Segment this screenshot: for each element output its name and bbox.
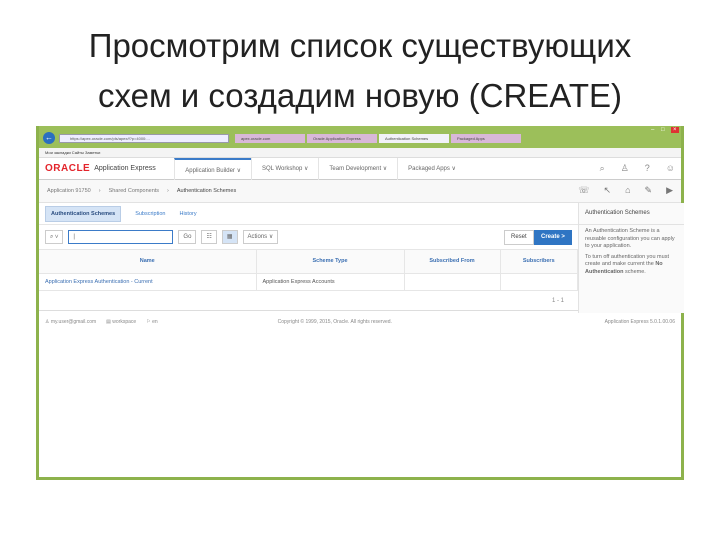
report-toolbar: ⌕ ∨ | Go ☷ ▦ Actions ∨ Reset Create > <box>39 225 578 250</box>
footer-language[interactable]: ⚐ en <box>146 319 157 325</box>
breadcrumb-app[interactable]: Application 91750 <box>47 188 91 194</box>
back-icon[interactable]: ← <box>43 132 55 144</box>
breadcrumb-separator: › <box>167 188 169 194</box>
search-icon[interactable]: ⌕ ∨ <box>45 230 64 244</box>
slide-title-line-2: схем и создадим новую (CREATE) <box>97 77 623 114</box>
scheme-name-link[interactable]: Application Express Authentication - Cur… <box>39 273 257 291</box>
scheme-type: Application Express Accounts <box>256 273 405 291</box>
col-scheme-type[interactable]: Scheme Type <box>256 250 405 274</box>
nav-application-builder[interactable]: Application Builder ∨ <box>174 157 251 180</box>
browser-tab[interactable]: Oracle Application Express <box>307 134 377 143</box>
reset-button[interactable]: Reset <box>504 230 534 245</box>
minimize-icon[interactable]: – <box>651 127 654 133</box>
search-icon[interactable]: ⌕ <box>600 163 605 174</box>
help-icon[interactable]: ? <box>645 163 650 174</box>
account-icon[interactable]: ☺ <box>666 163 675 174</box>
copyright: Copyright © 1999, 2015, Oracle. All righ… <box>277 319 392 325</box>
actions-menu[interactable]: Actions ∨ <box>242 230 279 244</box>
main-region: Authentication Schemes Subscription Hist… <box>39 203 578 311</box>
browser-tab[interactable]: apex.oracle.com <box>235 134 305 143</box>
go-button[interactable]: Go <box>178 230 197 244</box>
maximize-icon[interactable]: □ <box>661 127 665 133</box>
user-icon[interactable]: ♙ <box>621 163 629 174</box>
report-view-icon[interactable]: ▦ <box>221 230 238 244</box>
breadcrumb-current: Authentication Schemes <box>176 188 237 194</box>
apex-header: ORACLE Application Express Application B… <box>39 157 681 180</box>
address-bar[interactable]: https://apex.oracle.com/pls/apex/f?p=400… <box>59 134 229 143</box>
browser-tab-active[interactable]: Authentication Schemes <box>379 134 449 143</box>
help-text-2: To turn off authentication you must crea… <box>585 253 669 275</box>
comment-icon[interactable]: ☏ <box>578 185 589 196</box>
run-icon[interactable]: ▶ <box>666 185 673 196</box>
breadcrumb-shared[interactable]: Shared Components <box>109 188 159 194</box>
nav-sql-workshop[interactable]: SQL Workshop ∨ <box>251 157 318 180</box>
schemes-table: Name Scheme Type Subscribed From Subscriber… <box>39 250 578 291</box>
footer: ♙ my.user@gmail.com ▤ workspace ⚐ en Cop… <box>39 313 681 331</box>
screenshot: ← https://apex.oracle.com/pls/apex/f?p=4… <box>36 126 684 480</box>
col-subscribed-from[interactable]: Subscribed From <box>404 250 501 274</box>
help-panel: Authentication Schemes An Authentication… <box>578 203 684 313</box>
tab-history[interactable]: History <box>179 211 196 217</box>
oracle-logo[interactable]: ORACLE <box>45 163 90 174</box>
slide-title-line-1: Просмотрим список существующих <box>88 27 632 64</box>
create-button[interactable]: Create > <box>534 230 572 245</box>
help-title: Authentication Schemes <box>579 203 684 225</box>
browser-chrome: ← https://apex.oracle.com/pls/apex/f?p=4… <box>39 126 681 148</box>
nav-team-development[interactable]: Team Development ∨ <box>318 157 397 180</box>
tab-subscription[interactable]: Subscription <box>135 211 165 217</box>
help-text-1: An Authentication Scheme is a reusable c… <box>585 228 675 249</box>
edit-icon[interactable]: ✎ <box>645 185 653 196</box>
icon-view-icon[interactable]: ☷ <box>201 230 217 244</box>
version: Application Express 5.0.1.00.06 <box>604 319 675 325</box>
col-name[interactable]: Name <box>39 250 257 274</box>
search-input[interactable]: | <box>68 230 174 244</box>
browser-tab[interactable]: Packaged Apps <box>451 134 521 143</box>
footer-user[interactable]: ♙ my.user@gmail.com <box>45 319 96 325</box>
close-icon[interactable]: × <box>671 127 679 133</box>
table-row: Application Express Authentication - Cur… <box>39 273 578 291</box>
bookmarks-bar[interactable]: Мои закладки Сайты Заметки <box>39 148 681 158</box>
nav-packaged-apps[interactable]: Packaged Apps ∨ <box>397 157 466 180</box>
breadcrumb: Application 91750 › Shared Components › Au… <box>39 180 681 203</box>
home-icon[interactable]: ⌂ <box>625 185 630 196</box>
pointer-icon[interactable]: ↖ <box>604 185 612 196</box>
col-subscribers[interactable]: Subscribers <box>500 250 578 274</box>
product-name: Application Express <box>94 165 156 172</box>
tab-authentication-schemes[interactable]: Authentication Schemes <box>45 205 122 222</box>
breadcrumb-separator: › <box>98 188 101 194</box>
footer-workspace[interactable]: ▤ workspace <box>106 319 136 325</box>
subscribed-from <box>404 273 501 291</box>
subscribers <box>500 273 578 291</box>
sub-tabs: Authentication Schemes Subscription Hist… <box>39 203 578 225</box>
pagination: 1 - 1 <box>39 291 578 311</box>
